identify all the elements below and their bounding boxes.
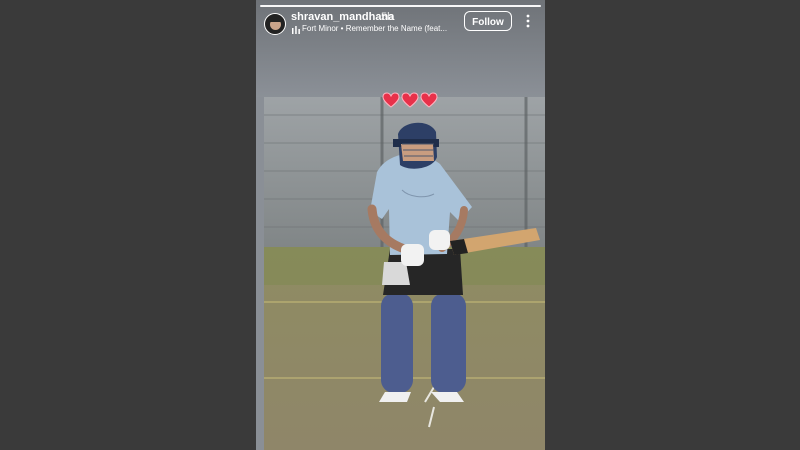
red-hearts-icon bbox=[382, 92, 438, 108]
story-photo bbox=[264, 97, 545, 450]
username[interactable]: shravan_mandhana bbox=[291, 11, 394, 23]
follow-button[interactable]: Follow bbox=[464, 11, 512, 31]
music-track[interactable]: Fort Minor • Remember the Name (feat... bbox=[302, 24, 462, 33]
more-options-icon[interactable] bbox=[522, 13, 534, 29]
music-bars-icon bbox=[292, 26, 300, 34]
story-progress-bar bbox=[260, 5, 541, 7]
avatar-cap bbox=[268, 16, 283, 22]
timestamp: 5h bbox=[381, 11, 394, 23]
story-viewer[interactable]: shravan_mandhana 5h Fort Minor • Remembe… bbox=[256, 0, 545, 450]
avatar[interactable] bbox=[264, 13, 286, 35]
